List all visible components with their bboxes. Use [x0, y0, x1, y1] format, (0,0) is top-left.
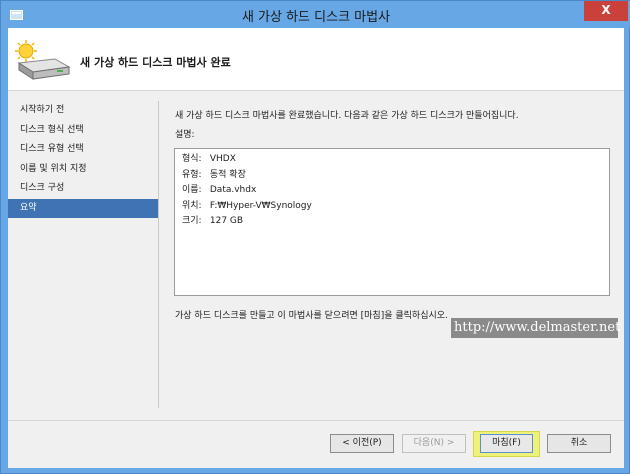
wizard-header: 새 가상 하드 디스크 마법사 완료 — [8, 28, 624, 91]
summary-key: 형식: — [182, 154, 202, 164]
wizard-client: 새 가상 하드 디스크 마법사 완료 시작하기 전 디스크 형식 선택 디스크 … — [8, 28, 624, 468]
step-summary[interactable]: 요약 — [8, 198, 158, 218]
finish-instruction: 가상 하드 디스크를 만들고 이 마법사를 닫으려면 [마침]을 클릭하십시오. — [175, 311, 448, 321]
watermark-url: http://www.delmaster.net — [451, 318, 620, 338]
summary-value: F:₩Hyper-V₩Synology — [209, 200, 312, 211]
close-button[interactable]: X — [584, 1, 628, 21]
step-before-you-begin[interactable]: 시작하기 전 — [8, 101, 158, 121]
summary-key: 이름: — [182, 185, 202, 195]
summary-key: 유형: — [182, 169, 202, 180]
wizard-window: 새 가상 하드 디스크 마법사 X 새 가상 하드 디스크 마법사 완료 시작하 — [0, 0, 630, 474]
summary-row-name: 이름: Data.vhdx — [182, 183, 609, 199]
page-title: 새 가상 하드 디스크 마법사 완료 — [80, 56, 231, 69]
summary-value: VHDX — [209, 154, 236, 164]
hard-disk-wizard-icon — [15, 40, 71, 80]
summary-row-format: 형식: VHDX — [182, 152, 609, 168]
description-label: 설명: — [175, 130, 195, 140]
summary-row-type: 유형: 동적 확장 — [182, 168, 609, 184]
button-divider — [8, 420, 624, 421]
step-choose-disk-type[interactable]: 디스크 유형 선택 — [8, 140, 158, 160]
summary-box[interactable]: 형식: VHDX 유형: 동적 확장 이름: Data.vhdx 위치: F:₩… — [174, 148, 610, 296]
step-choose-disk-format[interactable]: 디스크 형식 선택 — [8, 121, 158, 141]
finish-button[interactable]: 마침(F) — [480, 434, 533, 453]
next-button[interactable]: 다음(N) > — [402, 434, 466, 453]
summary-row-size: 크기: 127 GB — [182, 214, 609, 230]
nav-divider — [158, 101, 159, 408]
window-title: 새 가상 하드 디스크 마법사 — [241, 10, 391, 25]
wizard-steps: 시작하기 전 디스크 형식 선택 디스크 유형 선택 이름 및 위치 지정 디스… — [8, 101, 158, 218]
summary-key: 크기: — [182, 216, 202, 226]
summary-key: 위치: — [182, 200, 202, 211]
summary-intro: 새 가상 하드 디스크 마법사를 완료했습니다. 다음과 같은 가상 하드 디스… — [175, 111, 519, 121]
title-bar[interactable]: 새 가상 하드 디스크 마법사 X — [1, 1, 630, 28]
summary-row-location: 위치: F:₩Hyper-V₩Synology — [182, 199, 609, 215]
cancel-button[interactable]: 취소 — [547, 434, 611, 453]
step-specify-name-location[interactable]: 이름 및 위치 지정 — [8, 160, 158, 180]
previous-button[interactable]: < 이전(P) — [330, 434, 394, 453]
summary-value: 동적 확장 — [209, 169, 246, 180]
summary-value: 127 GB — [209, 216, 244, 226]
step-configure-disk[interactable]: 디스크 구성 — [8, 179, 158, 199]
summary-value: Data.vhdx — [209, 185, 257, 195]
